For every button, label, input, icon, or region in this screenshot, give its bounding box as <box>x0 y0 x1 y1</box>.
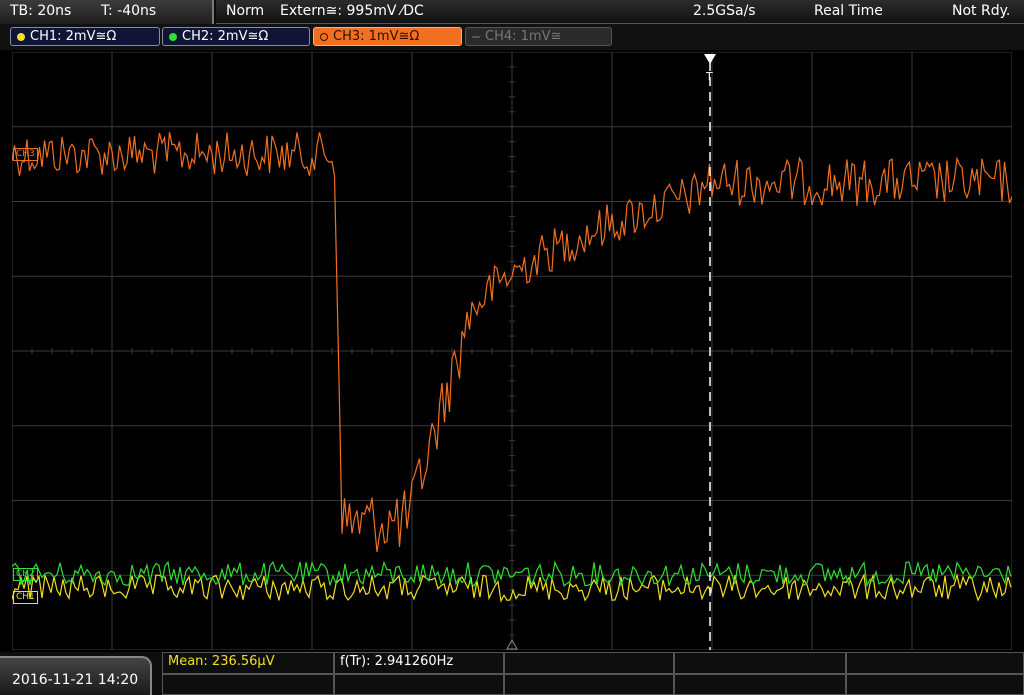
waveform-svg[interactable]: T <box>12 52 1012 650</box>
timebase-readout[interactable]: TB: 20ns <box>10 3 71 19</box>
ch2-offset-marker[interactable]: CH2 <box>13 568 38 581</box>
channel-tab-ch1[interactable]: CH1: 2mV≅Ω <box>10 27 160 46</box>
measurement-cell[interactable] <box>162 674 334 695</box>
channel-tab-ch2[interactable]: CH2: 2mV≅Ω <box>162 27 310 46</box>
measurement-table: Mean: 236.56µV f(Tr): 2.941260Hz <box>162 652 1024 695</box>
channel-tab-ch4[interactable]: CH4: 1mV≅ <box>465 27 612 46</box>
datetime: 2016-11-21 14:20 <box>12 672 139 688</box>
ch2-color-dot-icon <box>169 32 177 41</box>
measurement-cell[interactable] <box>674 652 846 674</box>
trigger-time-readout[interactable]: T: -40ns <box>101 3 156 19</box>
channel-tab-ch3-label: CH3: 1mV≅Ω <box>333 29 420 44</box>
measurement-cell[interactable] <box>504 652 674 674</box>
ready-state: Not Rdy. <box>952 3 1011 19</box>
channel-tab-ch3[interactable]: CH3: 1mV≅Ω <box>313 27 462 46</box>
ch4-off-icon <box>472 35 480 38</box>
trigger-arrow-icon[interactable] <box>704 54 716 64</box>
ch3-offset-marker[interactable]: CH3 <box>13 148 38 161</box>
trigger-source[interactable]: Extern≅: 995mV ⁄DC <box>280 3 424 19</box>
trigger-marker-label: T <box>705 70 713 83</box>
measurement-cell[interactable] <box>846 674 1024 695</box>
channel-tab-ch4-label: CH4: 1mV≅ <box>485 29 562 44</box>
channel-tab-ch2-label: CH2: 2mV≅Ω <box>182 29 269 44</box>
ch3-color-dot-icon <box>320 32 328 41</box>
mean-measurement: Mean: 236.56µV <box>168 654 275 669</box>
ch1-offset-marker[interactable]: CH1 <box>13 591 38 604</box>
measurement-cell[interactable] <box>504 674 674 695</box>
channel-tab-ch1-label: CH1: 2mV≅Ω <box>30 29 117 44</box>
waveform-display[interactable]: T <box>12 52 1012 650</box>
measurement-cell[interactable] <box>674 674 846 695</box>
measurement-cell[interactable] <box>334 674 504 695</box>
sample-rate[interactable]: 2.5GSa/s <box>693 3 756 19</box>
acquisition-mode[interactable]: Real Time <box>814 3 883 19</box>
ch1-color-dot-icon <box>17 32 25 41</box>
trigger-mode[interactable]: Norm <box>226 3 264 19</box>
measurement-cell[interactable] <box>846 652 1024 674</box>
trigger-frequency: f(Tr): 2.941260Hz <box>340 654 454 669</box>
